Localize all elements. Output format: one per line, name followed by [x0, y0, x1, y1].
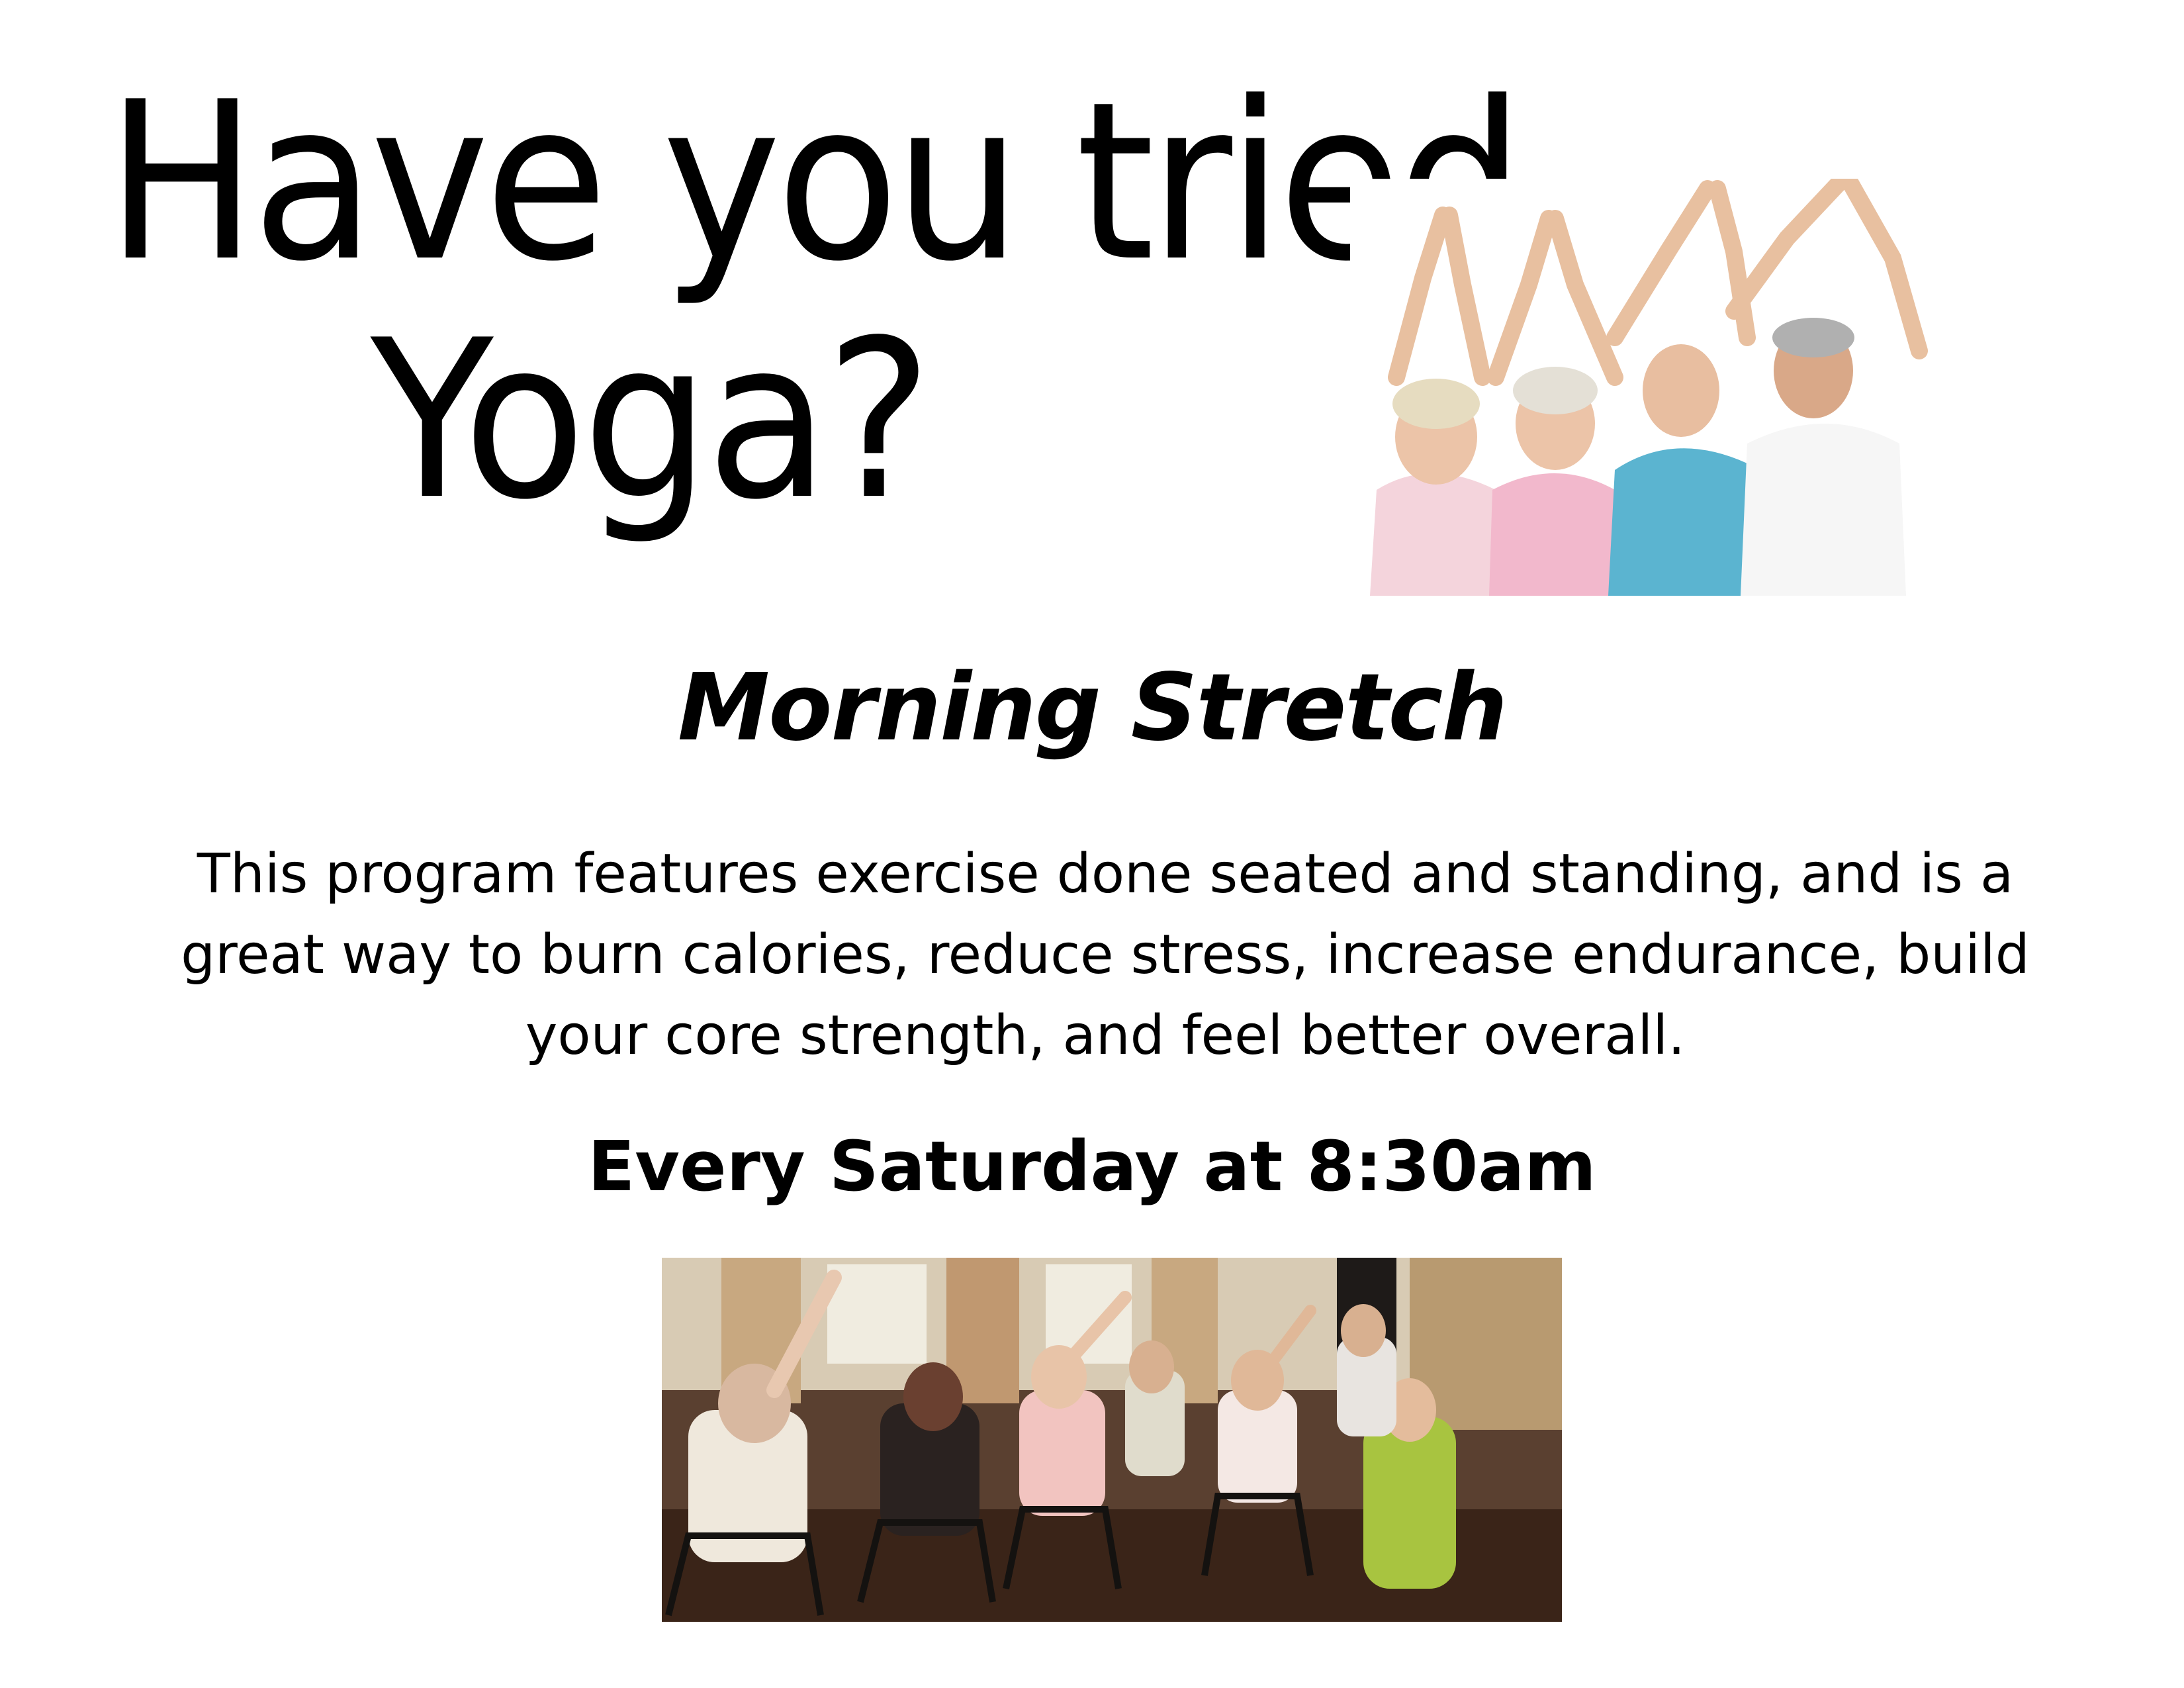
headline-line-2: Yoga?: [371, 293, 933, 547]
program-schedule: Every Saturday at 8:30am: [588, 1126, 1596, 1207]
chair-yoga-class-photo: [662, 1258, 1562, 1622]
program-title: Morning Stretch: [677, 654, 1508, 762]
program-description: This program features exercise done seat…: [181, 843, 2030, 1067]
seniors-yoga-pose-photo: [1350, 179, 1933, 596]
headline-line-1: Have you tried: [106, 55, 1525, 309]
